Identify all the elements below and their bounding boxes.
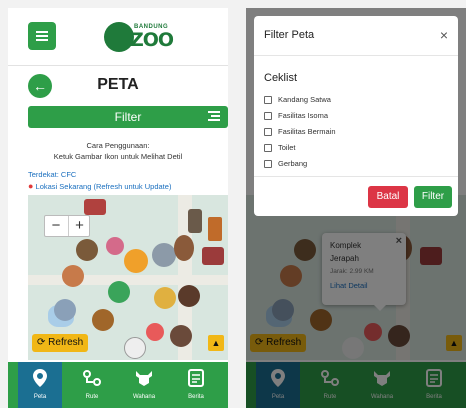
gate-icon[interactable] <box>208 217 222 241</box>
nav-item-wahana[interactable]: Wahana <box>122 362 166 408</box>
route-icon <box>83 370 101 386</box>
deer-icon[interactable] <box>92 309 114 331</box>
modal-close-button[interactable]: × <box>440 27 448 43</box>
elephant-icon[interactable] <box>152 243 176 267</box>
orangutan-icon[interactable] <box>62 265 84 287</box>
menu-button[interactable] <box>28 22 56 50</box>
checkbox[interactable] <box>264 96 272 104</box>
flamingo-icon[interactable] <box>106 237 124 255</box>
news-icon <box>188 369 204 387</box>
refresh-button[interactable]: ⟳ Refresh <box>32 334 89 352</box>
gorilla-icon[interactable] <box>178 285 200 307</box>
apply-filter-button[interactable]: Filter <box>414 186 452 208</box>
nav-item-rute[interactable]: Rute <box>70 362 114 408</box>
nearest-location[interactable]: Terdekat: CFC <box>28 170 76 179</box>
nav-item-peta[interactable]: Peta <box>18 362 62 408</box>
option-label: Toilet <box>278 143 296 152</box>
nav-label-berita: Berita <box>188 394 204 400</box>
title-bar: ← PETA <box>8 66 228 104</box>
chevron-up-icon: ▲ <box>211 338 221 348</box>
refresh-label: Refresh <box>48 337 84 348</box>
usage-text: Ketuk Gambar Ikon untuk Melihat Detil <box>53 152 183 161</box>
filter-button[interactable]: Filter <box>28 106 228 128</box>
option-label: Kandang Satwa <box>278 95 331 104</box>
checkbox[interactable] <box>264 160 272 168</box>
cancel-button[interactable]: Batal <box>368 186 408 208</box>
checkbox[interactable] <box>264 112 272 120</box>
scroll-up-button[interactable]: ▲ <box>208 335 224 351</box>
current-location-text: Lokasi Sekarang (Refresh untuk Update) <box>35 182 172 191</box>
zoom-out-button[interactable]: − <box>45 216 67 236</box>
lion-icon[interactable] <box>124 249 148 273</box>
hippo-icon[interactable] <box>54 299 76 321</box>
bottom-navigation: Peta Rute Wahana Berita <box>8 362 228 408</box>
nav-item-berita[interactable]: Berita <box>174 362 218 408</box>
map-pin-icon <box>33 369 47 387</box>
option-label: Gerbang <box>278 159 308 168</box>
checkbox[interactable] <box>264 128 272 136</box>
checklist-heading: Ceklist <box>264 72 298 84</box>
animal-head-icon <box>136 371 152 386</box>
zoo-map[interactable]: − + ⟳ Refresh ▲ <box>28 195 228 360</box>
usage-instructions: Cara Penggunaan: Ketuk Gambar Ikon untuk… <box>8 140 228 162</box>
current-location-link[interactable]: ● Lokasi Sekarang (Refresh untuk Update) <box>28 181 171 191</box>
bus-icon[interactable] <box>84 199 106 215</box>
modal-title: Filter Peta <box>264 29 315 41</box>
toy-icon[interactable] <box>146 323 164 341</box>
option-label: Fasilitas Bermain <box>278 127 336 136</box>
filter-list-icon <box>208 111 220 121</box>
monkey-icon[interactable] <box>174 235 194 261</box>
nav-label-wahana: Wahana <box>132 394 156 400</box>
cable-car-icon[interactable] <box>188 209 202 233</box>
nav-label-peta: Peta <box>33 394 47 400</box>
bandung-zoo-logo: BANDUNG ZOO <box>104 22 176 52</box>
checkbox[interactable] <box>264 144 272 152</box>
filter-screen: × Komplek Jerapah Jarak: 2.99 KM Lihat D… <box>246 8 466 408</box>
tapir-icon[interactable] <box>170 325 192 347</box>
giraffe-icon[interactable] <box>154 287 176 309</box>
logo-big-text: ZOO <box>130 29 174 51</box>
modal-header: Filter Peta × <box>254 16 458 56</box>
option-label: Fasilitas Isoma <box>278 111 329 120</box>
usage-title: Cara Penggunaan: <box>86 141 150 150</box>
modal-footer: Batal Filter <box>254 176 458 216</box>
playground-icon[interactable] <box>108 281 130 303</box>
zoom-in-button[interactable]: + <box>68 216 90 236</box>
filter-modal: Filter Peta × Ceklist Kandang Satwa Fasi… <box>254 16 458 216</box>
shop-icon[interactable] <box>202 247 224 265</box>
hamburger-icon <box>36 31 48 33</box>
zoom-control: − + <box>44 215 90 237</box>
page-title: PETA <box>97 76 139 93</box>
eagle-icon[interactable] <box>124 337 146 359</box>
refresh-icon: ⟳ <box>37 337 46 348</box>
map-screen: BANDUNG ZOO ← PETA Filter Cara Penggunaa… <box>8 8 228 408</box>
filter-button-label: Filter <box>114 110 142 124</box>
nav-label-rute: Rute <box>85 394 99 400</box>
location-pin-icon: ● <box>28 181 34 191</box>
app-header: BANDUNG ZOO <box>8 8 228 66</box>
bison-icon[interactable] <box>76 239 98 261</box>
